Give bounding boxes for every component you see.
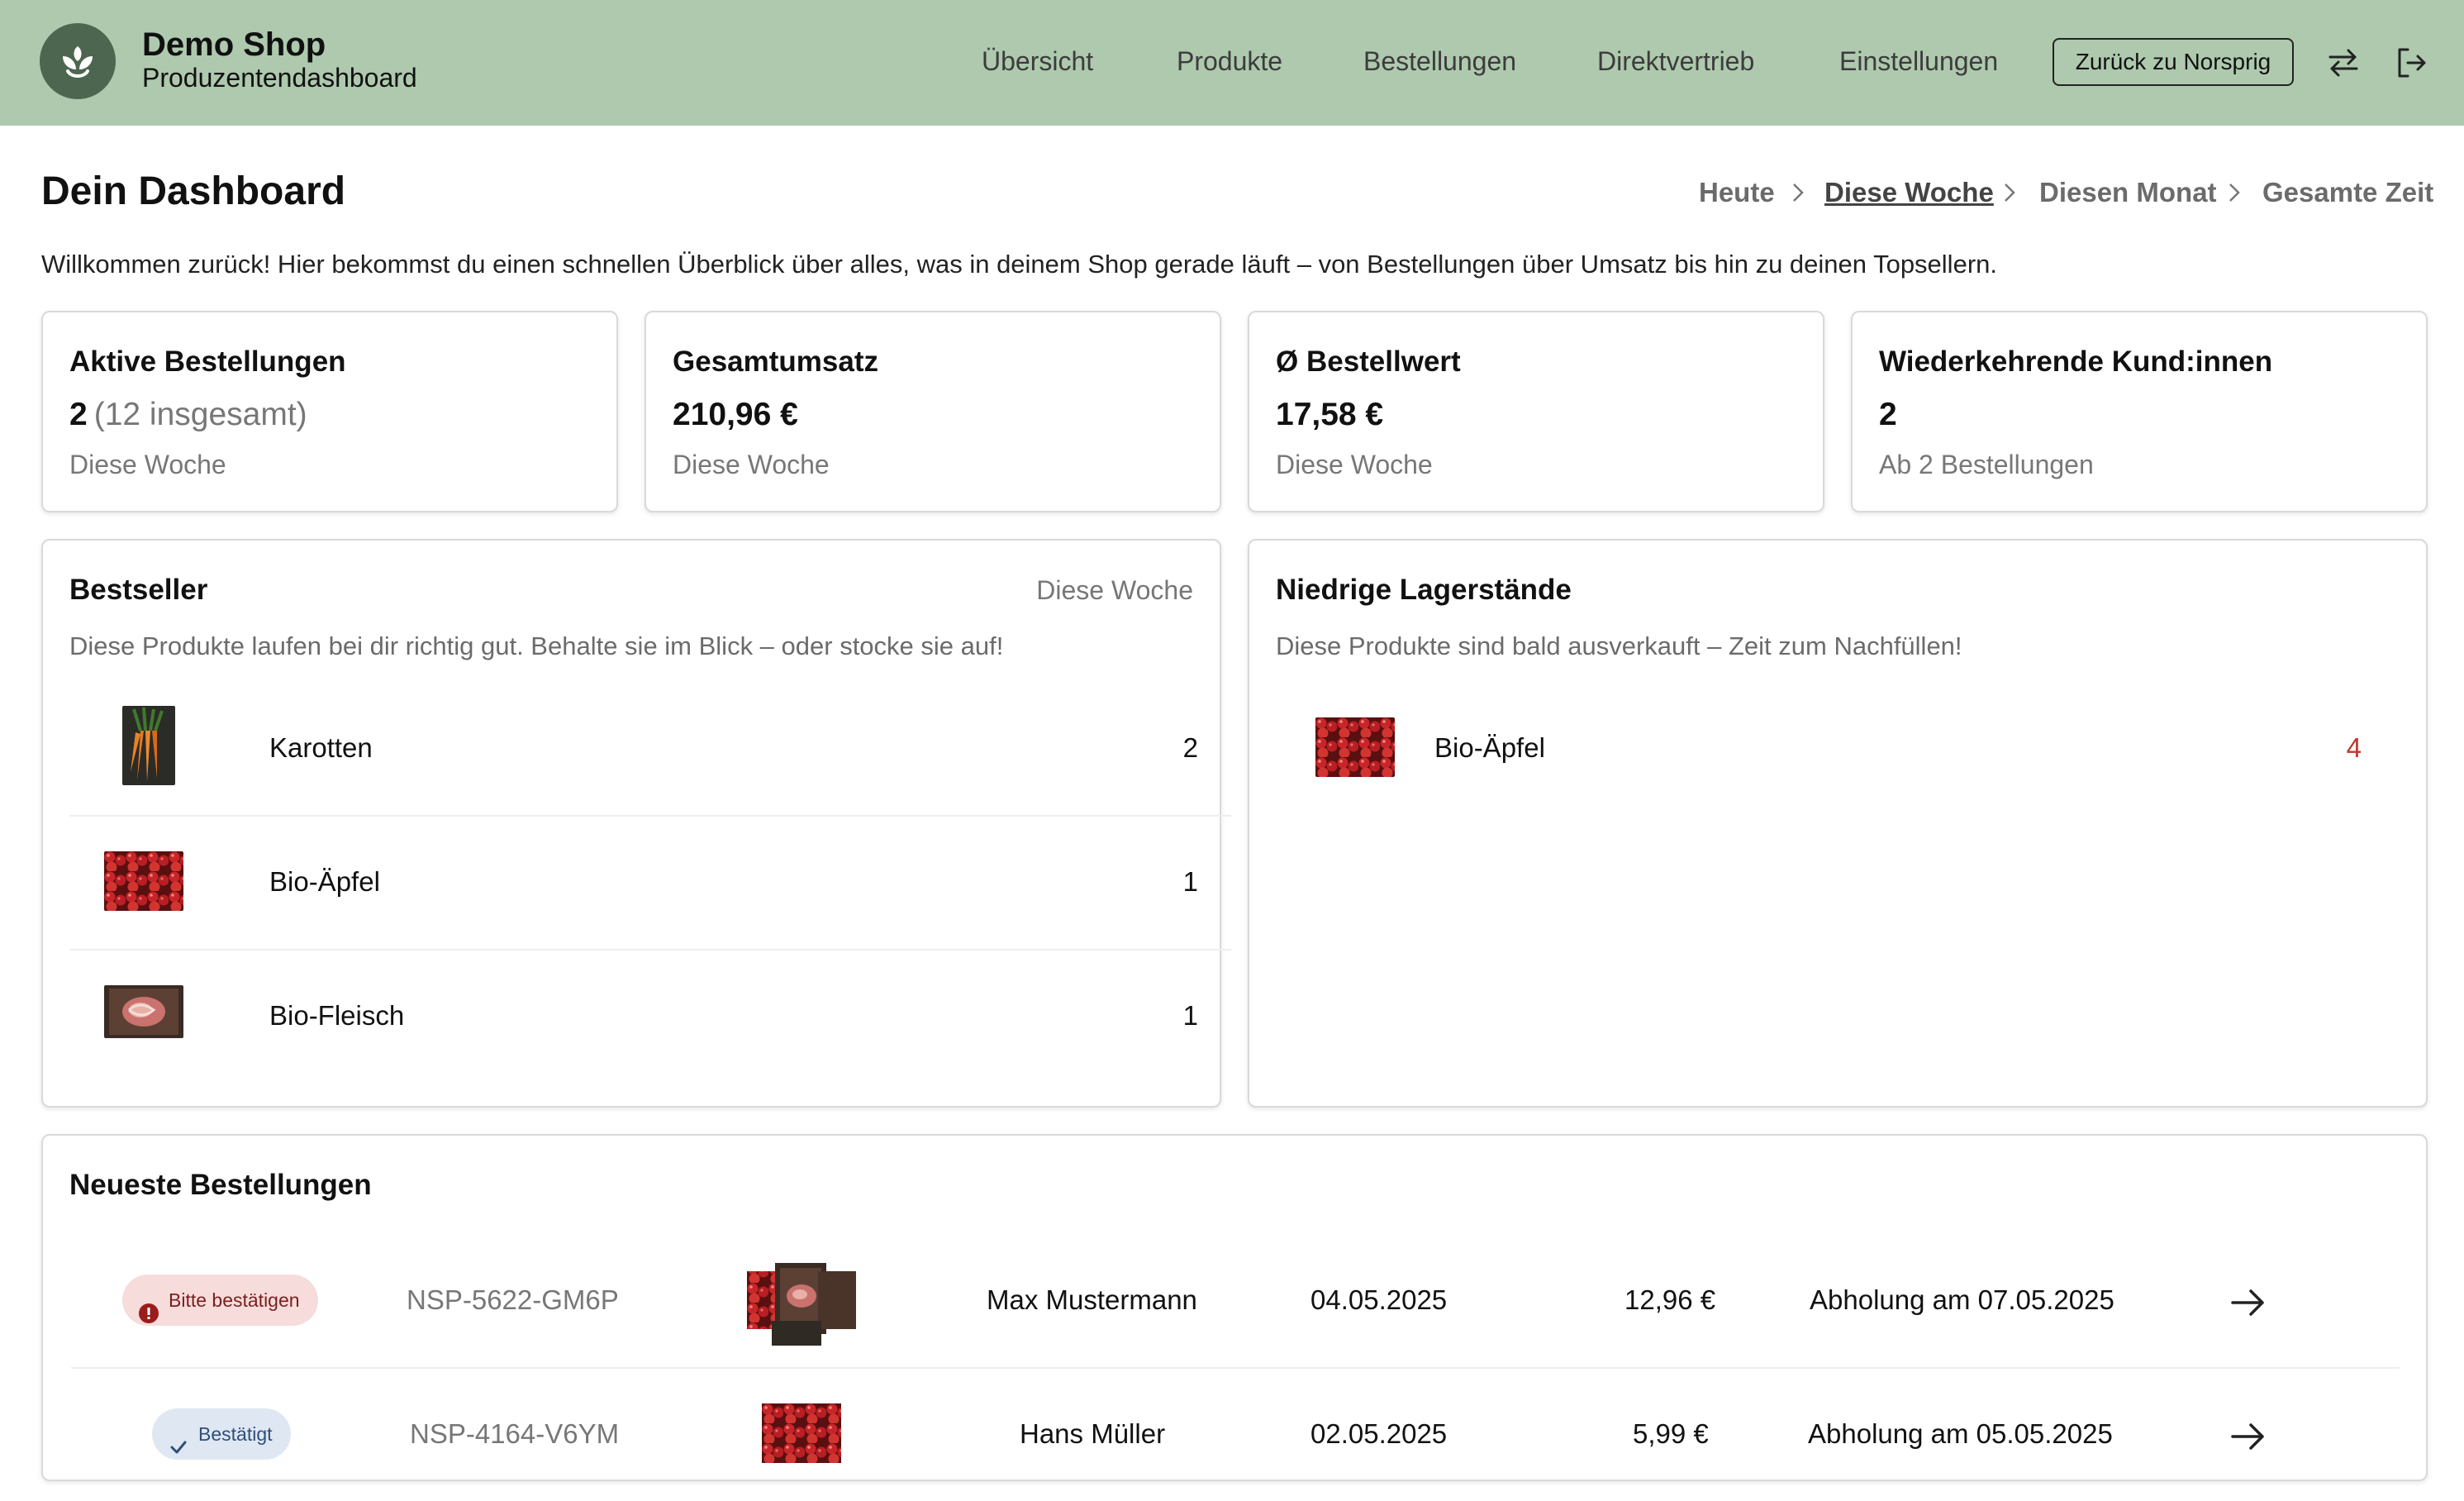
stat-period: Diese Woche: [673, 450, 830, 479]
product-name: Bio-Fleisch: [269, 1000, 405, 1031]
stat-period: Ab 2 Bestellungen: [1879, 450, 2094, 479]
stat-value: 210,96 €: [673, 397, 798, 432]
arrow-right-icon[interactable]: [2229, 1420, 2267, 1457]
low-stock-count: 4: [2346, 732, 2362, 763]
stat-value: 17,58 €: [1276, 397, 1384, 432]
nav-overview[interactable]: Übersicht: [982, 46, 1093, 77]
meat-image: [104, 985, 183, 1038]
apples-image: [104, 851, 183, 911]
panel-description: Diese Produkte sind bald ausverkauft – Z…: [1276, 631, 1962, 660]
stat-title: Ø Bestellwert: [1276, 345, 1461, 378]
pickup-date: Abholung am 05.05.2025: [1808, 1418, 2113, 1449]
stat-value: 2: [1879, 397, 1897, 432]
apples-image: [762, 1403, 841, 1463]
period-today[interactable]: Heute: [1699, 177, 1775, 208]
status-label: Bestätigt: [198, 1423, 273, 1445]
order-row[interactable]: Bitte bestätigen NSP-5622-GM6P Max Muste…: [71, 1233, 2400, 1369]
product-count: 1: [1182, 1000, 1198, 1031]
carrots-image: [122, 706, 175, 785]
top-header: Demo Shop Produzentendashboard Übersicht…: [0, 0, 2464, 126]
stat-title: Gesamtumsatz: [673, 345, 878, 378]
product-name: Karotten: [269, 732, 373, 763]
latest-orders-panel: Neueste Bestellungen Bitte bestätigen NS…: [41, 1134, 2428, 1481]
check-icon: [169, 1425, 188, 1476]
panel-title: Neueste Bestellungen: [69, 1169, 372, 1201]
bestseller-item[interactable]: Bio-Fleisch 1: [69, 949, 1231, 1083]
shop-subtitle: Produzentendashboard: [142, 63, 417, 93]
panel-period: Diese Woche: [1036, 575, 1193, 605]
order-row[interactable]: Bestätigt NSP-4164-V6YM Hans Müller 02.0…: [71, 1367, 2400, 1501]
nav-settings[interactable]: Einstellungen: [1839, 46, 1998, 77]
alert-icon: [139, 1291, 159, 1342]
back-to-norsprig-button[interactable]: Zurück zu Norsprig: [2053, 38, 2294, 86]
stat-period: Diese Woche: [1276, 450, 1433, 479]
order-date: 02.05.2025: [1310, 1418, 1448, 1449]
panel-description: Diese Produkte laufen bei dir richtig gu…: [69, 631, 1004, 660]
period-this-week[interactable]: Diese Woche: [1824, 177, 1994, 208]
product-name: Bio-Äpfel: [1434, 732, 1545, 763]
bestseller-panel: Bestseller Diese Woche Diese Produkte la…: [41, 539, 1231, 1108]
nav-products[interactable]: Produkte: [1177, 46, 1282, 77]
chevron-right-icon: [2226, 180, 2243, 209]
arrow-right-icon[interactable]: [2229, 1286, 2267, 1323]
stat-card-active-orders: Aktive Bestellungen 2 (12 insgesamt) Dies…: [41, 311, 618, 512]
order-id: NSP-5622-GM6P: [407, 1284, 619, 1315]
sprout-logo-icon: [63, 46, 93, 78]
order-amount: 12,96 €: [1624, 1284, 1716, 1315]
panel-title: Niedrige Lagerstände: [1276, 574, 1572, 606]
switch-arrows-icon[interactable]: [2325, 45, 2362, 85]
bestseller-item[interactable]: Karotten 2: [69, 681, 1231, 817]
shop-logo[interactable]: [40, 23, 116, 99]
nav-orders[interactable]: Bestellungen: [1363, 46, 1516, 77]
stat-card-revenue: Gesamtumsatz 210,96 € Diese Woche: [645, 311, 1221, 512]
pickup-date: Abholung am 07.05.2025: [1810, 1284, 2114, 1315]
panel-title: Bestseller: [69, 574, 208, 606]
product-count: 2: [1182, 732, 1198, 763]
stat-value: 2 (12 insgesamt): [69, 397, 307, 432]
customer-name: Max Mustermann: [987, 1284, 1197, 1315]
order-amount: 5,99 €: [1633, 1418, 1709, 1449]
stat-title: Wiederkehrende Kund:innen: [1879, 345, 2273, 378]
customer-name: Hans Müller: [1020, 1418, 1166, 1449]
low-stock-panel: Niedrige Lagerstände Diese Produkte sind…: [1248, 539, 2428, 1108]
period-all-time[interactable]: Gesamte Zeit: [2262, 177, 2433, 208]
chevron-right-icon: [2001, 180, 2018, 209]
bestseller-item[interactable]: Bio-Äpfel 1: [69, 815, 1231, 951]
chevron-right-icon: [1790, 180, 1806, 209]
stat-card-returning-customers: Wiederkehrende Kund:innen 2 Ab 2 Bestell…: [1851, 311, 2428, 512]
stat-title: Aktive Bestellungen: [69, 345, 346, 378]
low-stock-item[interactable]: Bio-Äpfel 4: [1276, 681, 2403, 815]
product-name: Bio-Äpfel: [269, 866, 380, 897]
order-id: NSP-4164-V6YM: [410, 1418, 620, 1449]
intro-text: Willkommen zurück! Hier bekommst du eine…: [41, 250, 1997, 279]
page-title: Dein Dashboard: [41, 169, 346, 213]
nav-direct-sales[interactable]: Direktvertrieb: [1597, 46, 1754, 77]
shop-name: Demo Shop: [142, 26, 326, 63]
order-date: 04.05.2025: [1310, 1284, 1448, 1315]
stat-card-avg-order: Ø Bestellwert 17,58 € Diese Woche: [1248, 311, 1824, 512]
stat-period: Diese Woche: [69, 450, 226, 479]
period-this-month[interactable]: Diesen Monat: [2039, 177, 2217, 208]
status-badge: Bitte bestätigen: [122, 1275, 318, 1326]
status-badge: Bestätigt: [152, 1408, 291, 1460]
order-products-image: [747, 1263, 856, 1346]
status-label: Bitte bestätigen: [169, 1289, 300, 1311]
stat-total: (12 insgesamt): [93, 397, 307, 432]
product-count: 1: [1182, 866, 1198, 897]
logout-icon[interactable]: [2393, 45, 2429, 85]
apples-image: [1315, 717, 1395, 777]
